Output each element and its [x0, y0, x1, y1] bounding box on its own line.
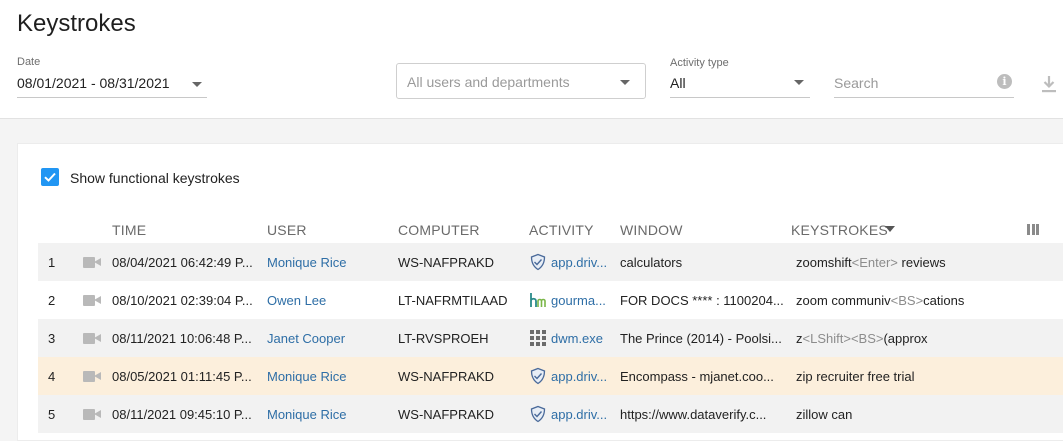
download-icon[interactable]	[1041, 74, 1057, 94]
shield-icon	[530, 367, 546, 385]
table-row[interactable]: 3 08/11/2021 10:06:48 P... Janet Cooper …	[38, 319, 1063, 357]
row-window: The Prince (2014) - Poolsi...	[620, 331, 782, 346]
row-activity-link[interactable]: gourma...	[551, 293, 611, 308]
row-window: Encompass - mjanet.coo...	[620, 369, 774, 384]
video-camera-icon[interactable]	[83, 333, 101, 344]
table-row[interactable]: 5 08/11/2021 09:45:10 P... Monique Rice …	[38, 395, 1063, 433]
row-computer: WS-NAFPRAKD	[398, 407, 495, 422]
columns-chooser-icon[interactable]	[1027, 224, 1041, 236]
row-computer: WS-NAFPRAKD	[398, 255, 495, 270]
row-number: 4	[48, 369, 56, 384]
row-number: 2	[48, 293, 56, 308]
hm-logo-icon	[530, 293, 546, 307]
row-keystrokes: zoomshift<Enter> reviews	[796, 255, 946, 270]
row-window: https://www.dataverify.c...	[620, 407, 767, 422]
table-row[interactable]: 2 08/10/2021 02:39:04 P... Owen Lee LT-N…	[38, 281, 1063, 319]
row-time: 08/11/2021 09:45:10 P...	[112, 407, 252, 422]
row-computer: LT-NAFRMTILAAD	[398, 293, 508, 308]
row-user-link[interactable]: Owen Lee	[267, 293, 326, 308]
row-user-link[interactable]: Monique Rice	[267, 407, 347, 422]
sort-desc-icon[interactable]	[885, 226, 895, 232]
row-window: calculators	[620, 255, 683, 270]
row-activity-link[interactable]: app.driv...	[551, 255, 611, 270]
row-activity-link[interactable]: dwm.exe	[551, 331, 611, 346]
activity-type-value: All	[670, 75, 686, 91]
chevron-down-icon[interactable]	[192, 82, 202, 87]
date-filter-label: Date	[17, 56, 41, 68]
row-activity-link[interactable]: app.driv...	[551, 369, 611, 384]
row-user-link[interactable]: Monique Rice	[267, 369, 347, 384]
row-time: 08/11/2021 10:06:48 P...	[112, 331, 252, 346]
grid-icon	[530, 330, 546, 346]
show-functional-label[interactable]: Show functional keystrokes	[70, 170, 240, 186]
video-camera-icon[interactable]	[83, 409, 101, 420]
page-title: Keystrokes	[17, 10, 136, 37]
column-header-keystrokes[interactable]: KEYSTROKES	[791, 222, 888, 238]
row-keystrokes: zillow can	[796, 407, 853, 422]
users-departments-placeholder: All users and departments	[407, 74, 570, 90]
row-number: 5	[48, 407, 56, 422]
column-header-activity[interactable]: ACTIVITY	[529, 222, 594, 238]
row-time: 08/10/2021 02:39:04 P...	[112, 293, 253, 308]
table-row[interactable]: 1 08/04/2021 06:42:49 P... Monique Rice …	[38, 243, 1063, 281]
shield-icon	[530, 405, 546, 423]
video-camera-icon[interactable]	[83, 371, 101, 382]
column-header-time[interactable]: TIME	[112, 222, 146, 238]
activity-type-underline	[670, 97, 810, 98]
activity-type-label: Activity type	[670, 57, 729, 69]
date-filter-value: 08/01/2021 - 08/31/2021	[17, 75, 170, 91]
row-keystrokes: z<LShift><BS>(approx	[796, 331, 928, 346]
row-number: 1	[48, 255, 56, 270]
show-functional-checkbox[interactable]	[41, 168, 59, 186]
row-window: FOR DOCS **** : 1100204...	[620, 293, 784, 308]
row-user-link[interactable]: Janet Cooper	[267, 331, 345, 346]
column-header-computer[interactable]: COMPUTER	[398, 222, 480, 238]
row-computer: LT-RVSPROEH	[398, 331, 489, 346]
users-departments-select[interactable]: All users and departments	[396, 63, 646, 99]
checkmark-icon	[44, 172, 56, 182]
row-activity-link[interactable]: app.driv...	[551, 407, 611, 422]
keystrokes-card: Show functional keystrokes TIME USER COM…	[17, 143, 1063, 441]
date-filter-underline	[17, 97, 207, 98]
search-input[interactable]: Search	[834, 75, 878, 91]
row-keystrokes: zip recruiter free trial	[796, 369, 915, 384]
row-time: 08/05/2021 01:11:45 P...	[112, 369, 252, 384]
video-camera-icon[interactable]	[83, 257, 101, 268]
shield-icon	[530, 253, 546, 271]
video-camera-icon[interactable]	[83, 295, 101, 306]
search-underline	[834, 97, 1014, 98]
chevron-down-icon[interactable]	[620, 80, 630, 85]
column-header-window[interactable]: WINDOW	[620, 222, 683, 238]
column-header-user[interactable]: USER	[267, 222, 307, 238]
row-computer: WS-NAFPRAKD	[398, 369, 495, 384]
table-row[interactable]: 4 08/05/2021 01:11:45 P... Monique Rice …	[38, 357, 1063, 395]
row-keystrokes: zoom communiv<BS>cations	[796, 293, 965, 308]
row-time: 08/04/2021 06:42:49 P...	[112, 255, 253, 270]
row-user-link[interactable]: Monique Rice	[267, 255, 347, 270]
row-number: 3	[48, 331, 56, 346]
chevron-down-icon[interactable]	[794, 80, 804, 85]
page-header: Keystrokes Date 08/01/2021 - 08/31/2021 …	[0, 0, 1063, 119]
info-icon[interactable]: i	[997, 74, 1012, 89]
